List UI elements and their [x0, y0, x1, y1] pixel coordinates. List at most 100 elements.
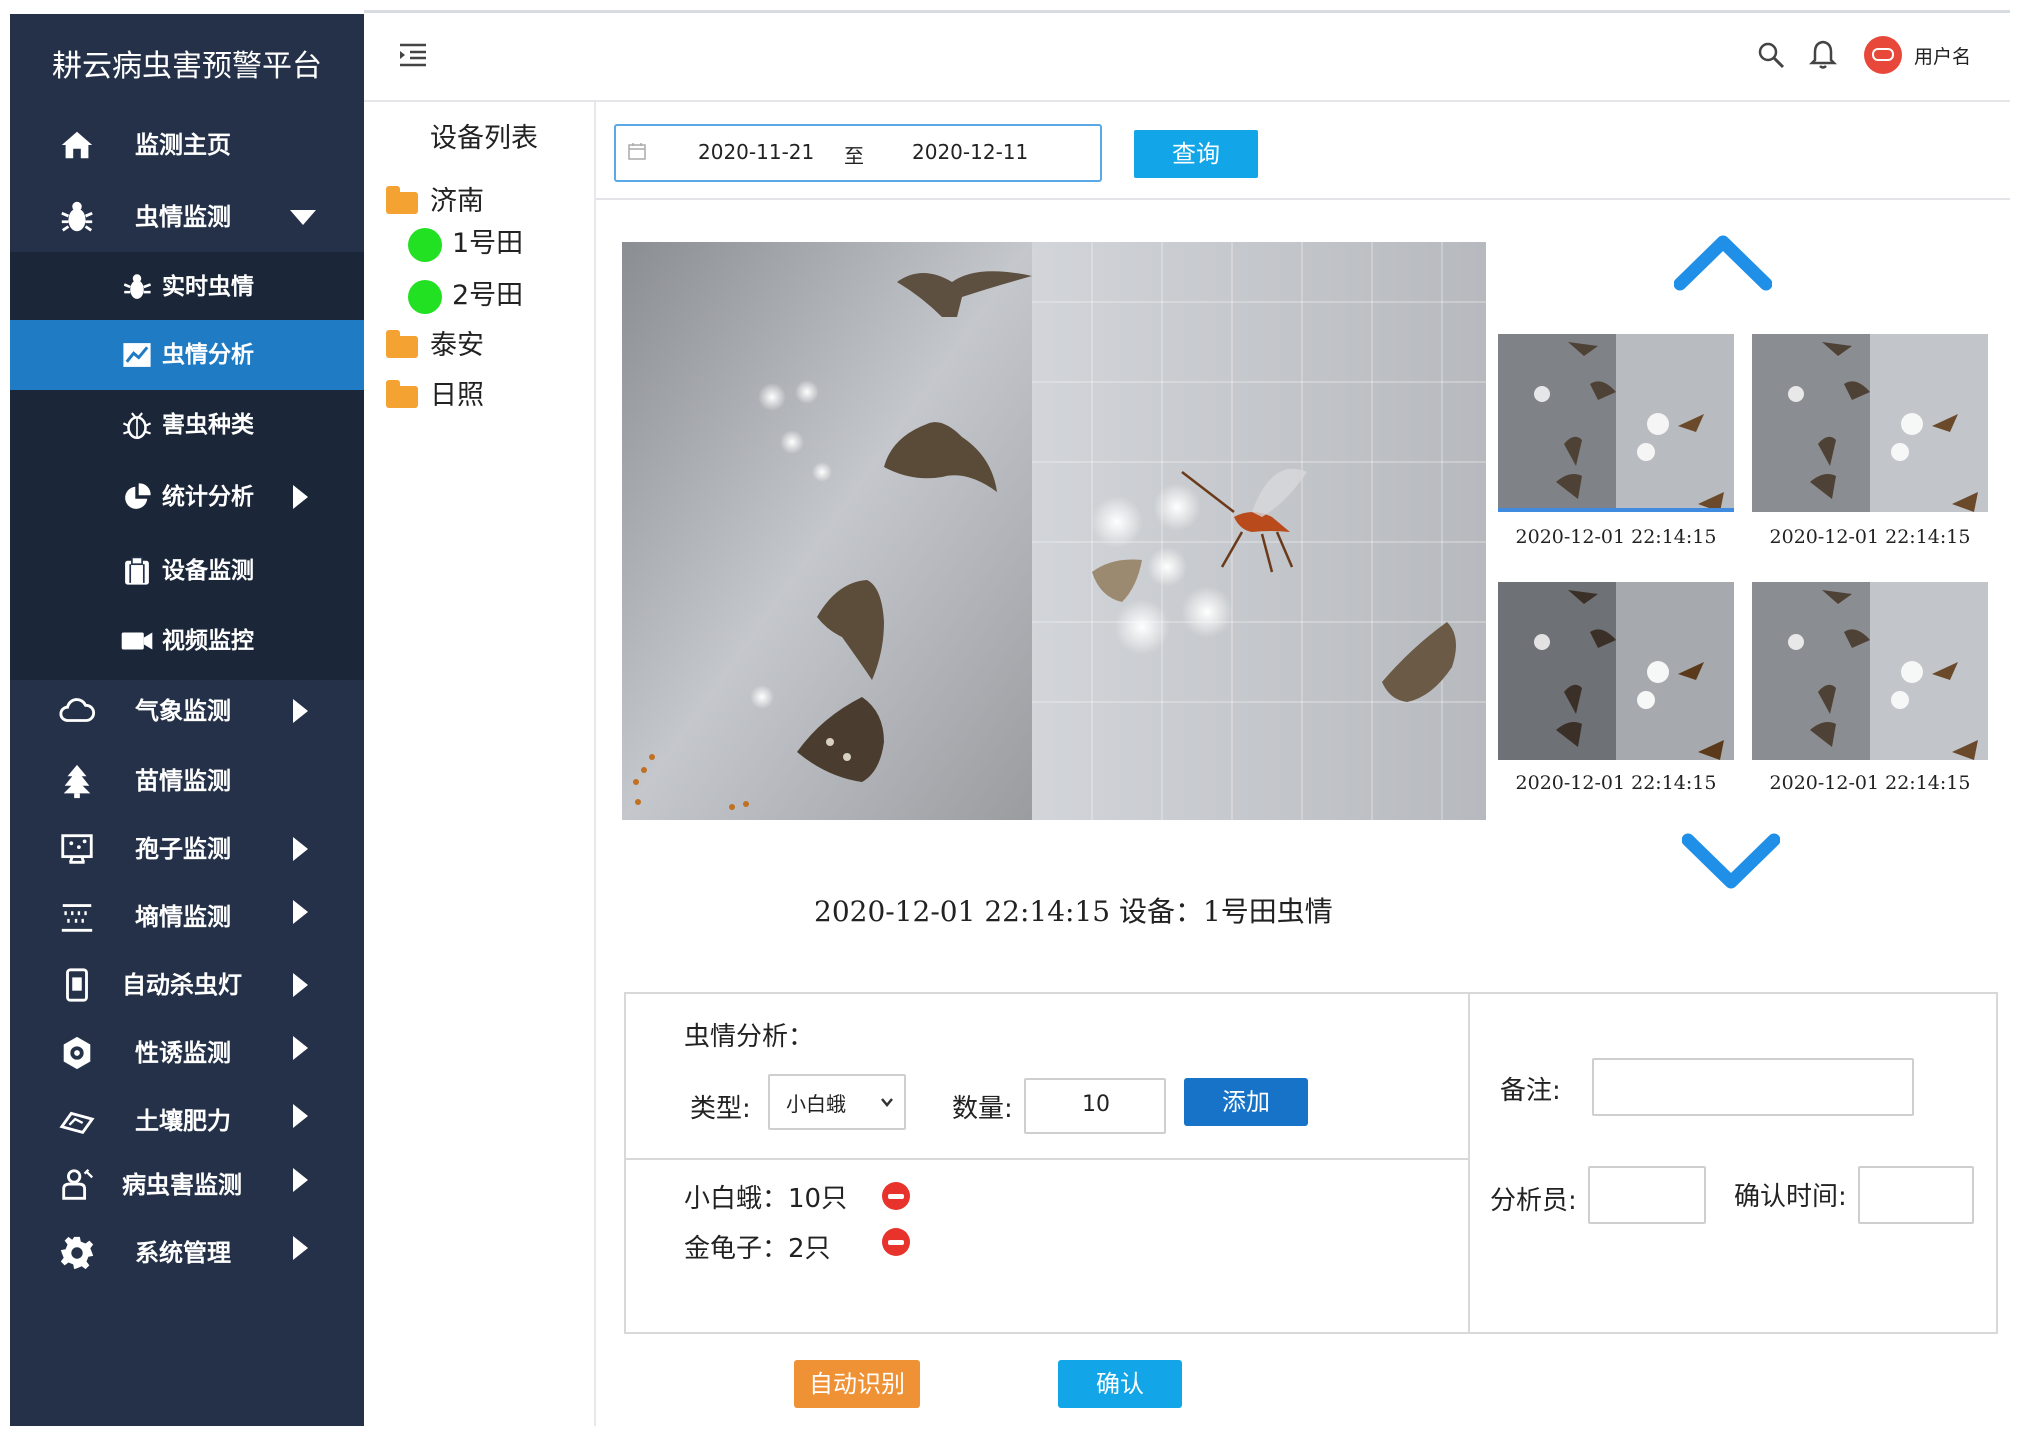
- remark-label: 备注:: [1500, 1076, 1561, 1106]
- type-select[interactable]: 小白蛾: [768, 1074, 906, 1130]
- date-separator: 至: [844, 144, 864, 168]
- sprinkler-icon: [61, 904, 93, 932]
- sidebar-item-realtime[interactable]: 实时虫情: [10, 252, 364, 322]
- sidebar-item-label: 视频监控: [162, 628, 254, 654]
- tree-group-taian[interactable]: 泰安: [386, 324, 484, 368]
- status-online-icon: [408, 279, 442, 314]
- analysis-item: 小白蛾：10只: [684, 1184, 848, 1214]
- chevron-right-icon: [293, 973, 308, 997]
- confirm-time-input[interactable]: [1858, 1166, 1974, 1224]
- clipboard-icon: [125, 556, 149, 585]
- sidebar-item-label: 设备监测: [162, 558, 254, 584]
- sidebar-item-pheromone[interactable]: 性诱监测: [10, 1018, 364, 1088]
- sidebar-item-system[interactable]: 系统管理: [10, 1218, 364, 1288]
- soil-icon: [59, 1111, 95, 1135]
- username[interactable]: 用户名: [1914, 42, 1971, 69]
- chevron-right-icon: [293, 1236, 308, 1260]
- remove-item-icon[interactable]: [882, 1182, 910, 1210]
- query-button[interactable]: 查询: [1134, 130, 1258, 178]
- bug-icon: [61, 201, 93, 232]
- sidebar-item-label: 虫情监测: [135, 203, 231, 231]
- tree-group-label: 日照: [430, 380, 484, 411]
- avatar[interactable]: [1864, 36, 1902, 74]
- sidebar-item-label: 孢子监测: [135, 835, 231, 863]
- line-chart-icon: [123, 343, 151, 367]
- divider: [596, 198, 2010, 200]
- analyst-input[interactable]: [1588, 1166, 1706, 1224]
- count-input[interactable]: 10: [1024, 1078, 1166, 1134]
- sidebar-item-label: 土壤肥力: [135, 1107, 231, 1135]
- remark-input[interactable]: [1592, 1058, 1914, 1116]
- divider: [624, 1158, 1470, 1160]
- sidebar-item-disease[interactable]: 病虫害监测: [10, 1150, 364, 1220]
- sidebar-item-device[interactable]: 设备监测: [10, 536, 364, 606]
- folder-icon: [386, 329, 418, 358]
- sidebar-item-stats[interactable]: 统计分析: [10, 462, 364, 532]
- bug-icon: [123, 274, 152, 299]
- add-button[interactable]: 添加: [1184, 1078, 1308, 1126]
- date-start[interactable]: 2020-11-21: [698, 140, 814, 164]
- chevron-right-icon: [293, 1104, 308, 1128]
- beetle-icon: [122, 412, 152, 440]
- sidebar-item-species[interactable]: 害虫种类: [10, 390, 364, 460]
- thumbnail-time: 2020-12-01 22:14:15: [1769, 526, 1971, 548]
- scroll-up-arrow-icon[interactable]: [1674, 232, 1772, 292]
- sidebar-item-pest-monitor[interactable]: 虫情监测: [10, 182, 364, 252]
- thumbnail-2[interactable]: [1752, 334, 1988, 512]
- folder-open-icon: [386, 185, 418, 214]
- top-border: [364, 10, 2010, 13]
- analysis-form: [624, 992, 1998, 1334]
- main-trap-photo[interactable]: [622, 242, 1486, 820]
- sidebar-item-seedling[interactable]: 苗情监测: [10, 746, 364, 816]
- sidebar: 耕云病虫害预警平台 监测主页 虫情监测 实时虫情 虫情分析 害虫种类 统计分析 …: [10, 14, 364, 1426]
- sidebar-item-label: 气象监测: [135, 697, 231, 725]
- sidebar-item-analysis[interactable]: 虫情分析: [10, 320, 364, 390]
- gear-icon: [60, 1236, 94, 1270]
- thumbnail-1[interactable]: [1498, 334, 1734, 512]
- video-camera-icon: [121, 632, 153, 650]
- thumbnail-3[interactable]: [1498, 582, 1734, 760]
- sidebar-item-soil-fertility[interactable]: 土壤肥力: [10, 1086, 364, 1156]
- search-icon[interactable]: [1756, 40, 1786, 70]
- tree-group-label: 济南: [430, 186, 484, 217]
- tree-device-label: 2号田: [452, 280, 524, 311]
- remove-item-icon[interactable]: [882, 1228, 910, 1256]
- tree-device-field-2[interactable]: 2号田: [408, 274, 523, 318]
- sidebar-item-label: 自动杀虫灯: [122, 971, 242, 999]
- sidebar-item-label: 监测主页: [135, 131, 231, 159]
- folder-icon: [386, 379, 418, 408]
- chevron-right-icon: [293, 837, 308, 861]
- inspector-icon: [62, 1168, 94, 1200]
- calendar-icon: [628, 143, 646, 160]
- thumbnail-time: 2020-12-01 22:14:15: [1769, 772, 1971, 794]
- sidebar-item-home[interactable]: 监测主页: [10, 110, 364, 180]
- device-panel: 设备列表 济南 1号田 2号田 泰安 日照: [364, 102, 596, 1426]
- sidebar-item-label: 墒情监测: [135, 903, 231, 931]
- auto-recognize-button[interactable]: 自动识别: [794, 1360, 920, 1408]
- cloud-icon: [59, 698, 96, 722]
- tree-group-rizhao[interactable]: 日照: [386, 374, 484, 418]
- sidebar-item-weather[interactable]: 气象监测: [10, 676, 364, 746]
- sidebar-item-insect-lamp[interactable]: 自动杀虫灯: [10, 950, 364, 1020]
- tree-group-jinan[interactable]: 济南: [386, 180, 484, 224]
- sidebar-item-spore[interactable]: 孢子监测: [10, 814, 364, 884]
- pie-chart-icon: [125, 483, 151, 509]
- thumbnail-time: 2020-12-01 22:14:15: [1515, 526, 1717, 548]
- tree-device-field-1[interactable]: 1号田: [408, 222, 523, 266]
- date-range-picker[interactable]: 2020-11-21 至 2020-12-11: [614, 124, 1102, 182]
- tree-group-label: 泰安: [430, 330, 484, 361]
- date-end[interactable]: 2020-12-11: [912, 140, 1028, 164]
- sidebar-item-soil-moisture[interactable]: 墒情监测: [10, 882, 364, 952]
- confirm-time-label: 确认时间:: [1734, 1182, 1847, 1212]
- count-label: 数量:: [952, 1094, 1013, 1124]
- analysis-item: 金龟子：2只: [684, 1234, 831, 1264]
- bell-icon[interactable]: [1808, 38, 1838, 70]
- menu-indent-icon[interactable]: [398, 40, 428, 70]
- scroll-down-arrow-icon[interactable]: [1682, 832, 1780, 892]
- sidebar-item-video[interactable]: 视频监控: [10, 606, 364, 676]
- analyst-label: 分析员:: [1490, 1186, 1577, 1216]
- thumbnail-4[interactable]: [1752, 582, 1988, 760]
- type-label: 类型:: [690, 1094, 751, 1124]
- confirm-button[interactable]: 确认: [1058, 1360, 1182, 1408]
- analysis-title: 虫情分析：: [684, 1022, 815, 1052]
